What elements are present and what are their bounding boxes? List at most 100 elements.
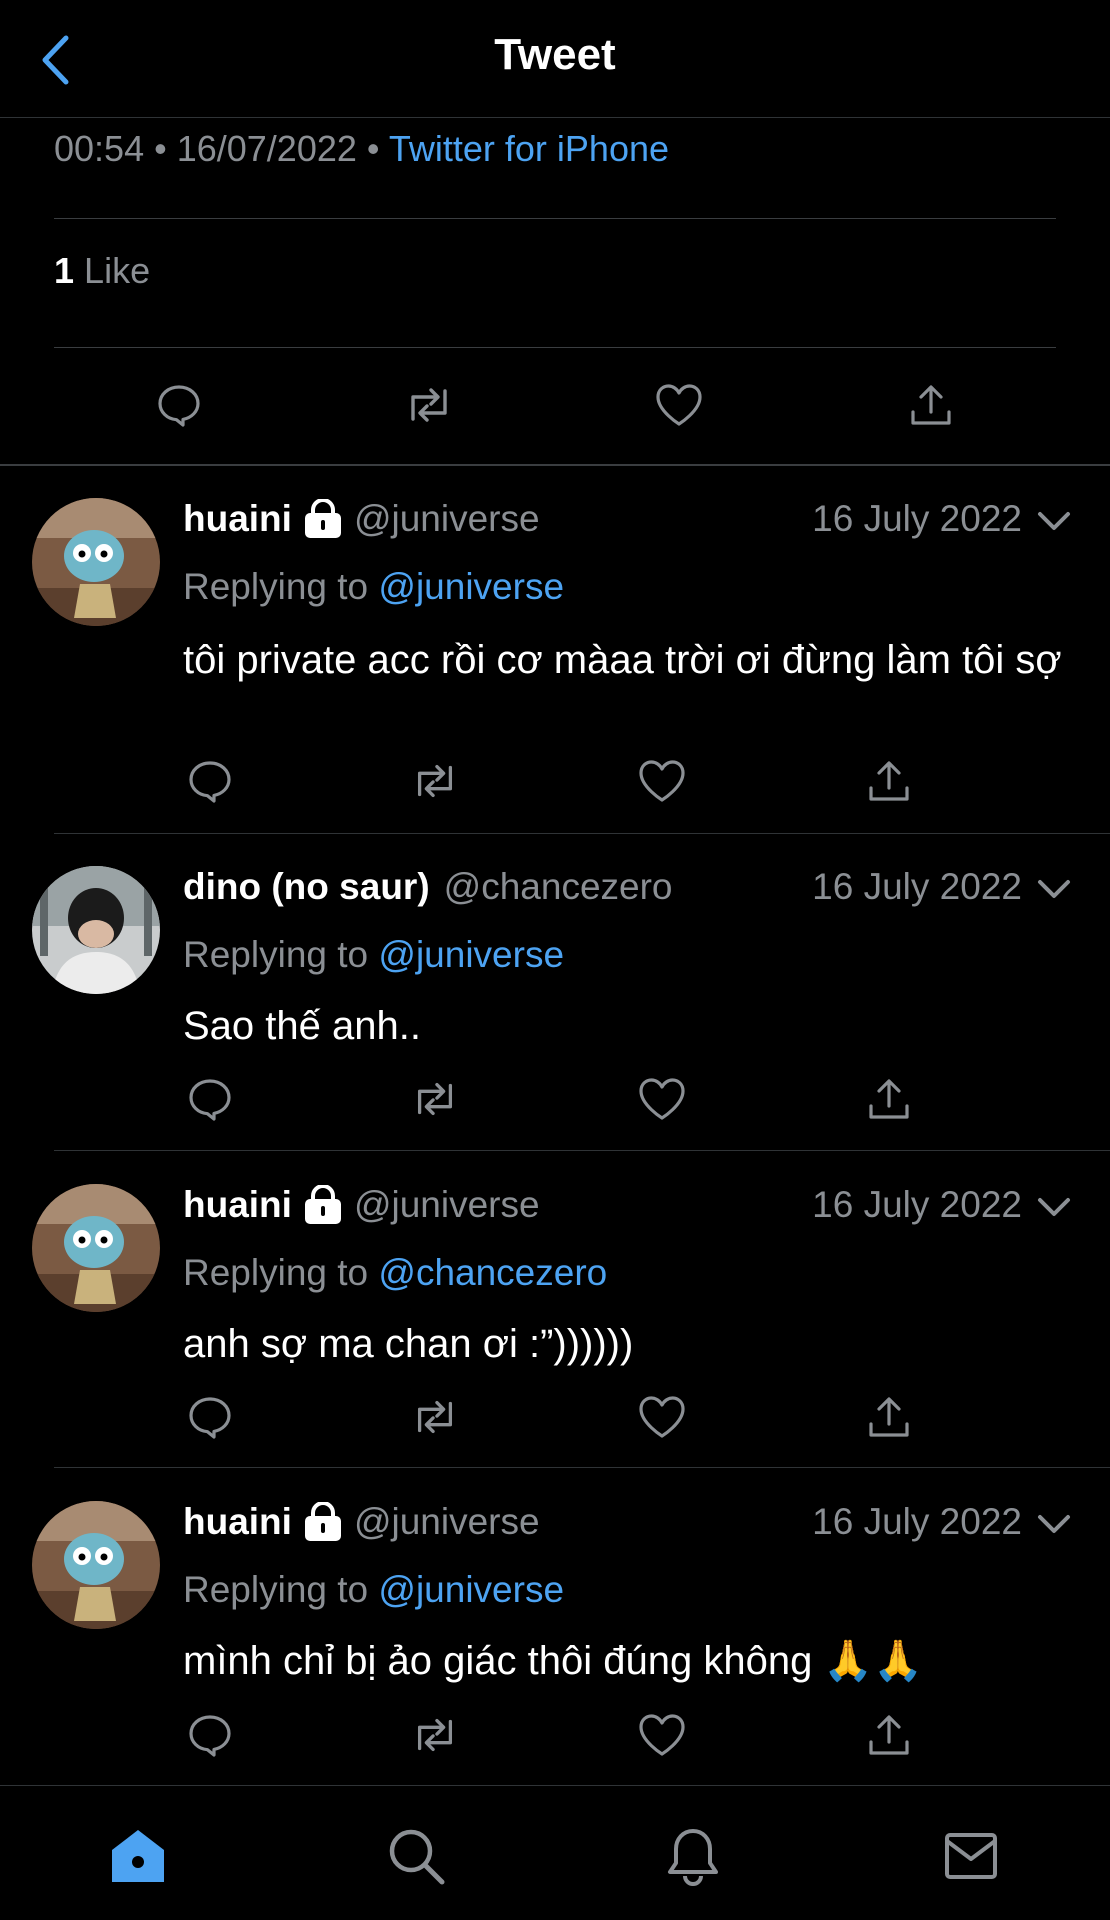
tweet-source-link[interactable]: Twitter for iPhone [389,128,669,169]
replying-to-handle[interactable]: @chancezero [378,1252,607,1293]
retweet-button[interactable] [410,1710,460,1760]
replying-to: Replying to @chancezero [183,1252,607,1294]
top-nav-bar: Tweet [0,0,1110,118]
user-handle[interactable]: @juniverse [354,1184,540,1226]
user-handle[interactable]: @juniverse [354,1501,540,1543]
lock-icon [304,1502,341,1541]
tweet-time: 00:54 [54,128,145,169]
avatar-gumball-image [32,1184,160,1312]
reply-icon [158,385,200,427]
display-name[interactable]: huaini [183,1184,292,1226]
reply-header: huaini @juniverse [183,1501,540,1543]
retweet-button[interactable] [402,378,456,432]
share-button[interactable] [864,1392,914,1442]
retweet-button[interactable] [410,1074,460,1124]
likes-count-link[interactable]: 1 Like [54,250,150,292]
tweet-date: 16 July 2022 [812,498,1022,539]
reply-button[interactable] [185,1710,235,1760]
reply-button[interactable] [152,378,206,432]
tweet-date: 16 July 2022 [812,866,1022,907]
divider [54,347,1056,348]
like-button[interactable] [637,756,687,806]
reply-actions [0,1710,1110,1760]
lock-icon [304,499,341,538]
like-button[interactable] [637,1392,687,1442]
like-button[interactable] [652,378,706,432]
retweet-icon [411,388,447,422]
heart-icon [639,760,685,802]
reply-button[interactable] [185,756,235,806]
tweet-text: mình chỉ bị ảo giác thôi đúng không 🙏🙏 [183,1639,924,1683]
home-icon [112,1830,164,1882]
replying-to-handle[interactable]: @juniverse [378,566,564,607]
tweet-date: 16 July 2022 [812,1184,1022,1225]
heart-icon [639,1714,685,1756]
tweet-text: tôi private acc rồi cơ màaa trời ơi đừng… [183,638,1062,682]
tab-home[interactable] [108,1826,168,1886]
retweet-button[interactable] [410,756,460,806]
replying-to: Replying to @juniverse [183,934,564,976]
avatar[interactable] [32,498,160,626]
reply-header: huaini @juniverse [183,1184,540,1226]
tab-messages[interactable] [941,1826,1001,1886]
retweet-icon [417,1400,453,1434]
chevron-down-icon[interactable] [1036,1507,1072,1543]
share-button[interactable] [864,1074,914,1124]
tab-search[interactable] [386,1826,446,1886]
user-handle[interactable]: @chancezero [444,866,673,908]
chevron-down-icon[interactable] [1036,504,1072,540]
notifications-icon [668,1829,718,1886]
retweet-button[interactable] [410,1392,460,1442]
chevron-down-icon[interactable] [1036,872,1072,908]
reply-button[interactable] [185,1074,235,1124]
share-button[interactable] [864,1710,914,1760]
tweet-date: 16/07/2022 [176,128,357,169]
avatar[interactable] [32,866,160,994]
reply-actions [0,1392,1110,1442]
likes-label: Like [84,250,151,291]
reply-icon [189,1715,231,1757]
likes-number: 1 [54,250,75,291]
avatar[interactable] [32,1501,160,1629]
replying-prefix: Replying to [183,1569,369,1610]
meta-separator: • [366,128,389,169]
chevron-down-icon[interactable] [1036,1190,1072,1226]
tweet-text: Sao thế anh.. [183,1004,421,1048]
share-button[interactable] [904,378,958,432]
messages-icon [945,1833,997,1879]
reply-header: huaini @juniverse [183,498,540,540]
lock-icon [304,1185,341,1224]
tab-notifications[interactable] [663,1826,723,1886]
reply-divider [54,1467,1110,1468]
like-button[interactable] [637,1710,687,1760]
reply-button[interactable] [185,1392,235,1442]
like-button[interactable] [637,1074,687,1124]
share-icon [869,761,909,801]
display-name[interactable]: dino (no saur) [183,866,430,908]
display-name[interactable]: huaini [183,498,292,540]
share-button[interactable] [864,756,914,806]
replying-to: Replying to @juniverse [183,566,564,608]
share-icon [911,385,951,425]
main-tweet-actions [0,378,1110,432]
reply-actions [0,1074,1110,1124]
user-handle[interactable]: @juniverse [354,498,540,540]
reply-divider [54,1150,1110,1151]
search-icon [389,1829,445,1885]
reply-actions [0,756,1110,806]
replying-prefix: Replying to [183,934,369,975]
avatar[interactable] [32,1184,160,1312]
reply-divider [54,833,1110,834]
replying-to-handle[interactable]: @juniverse [378,934,564,975]
reply-icon [189,1397,231,1439]
reply-icon [189,1079,231,1121]
replying-to: Replying to @juniverse [183,1569,564,1611]
reply-icon [189,761,231,803]
replying-to-handle[interactable]: @juniverse [378,1569,564,1610]
tweet-date: 16 July 2022 [812,1501,1022,1542]
display-name[interactable]: huaini [183,1501,292,1543]
avatar-photo-image [32,866,160,994]
avatar-gumball-image [32,498,160,626]
share-icon [869,1397,909,1437]
meta-separator: • [154,128,177,169]
